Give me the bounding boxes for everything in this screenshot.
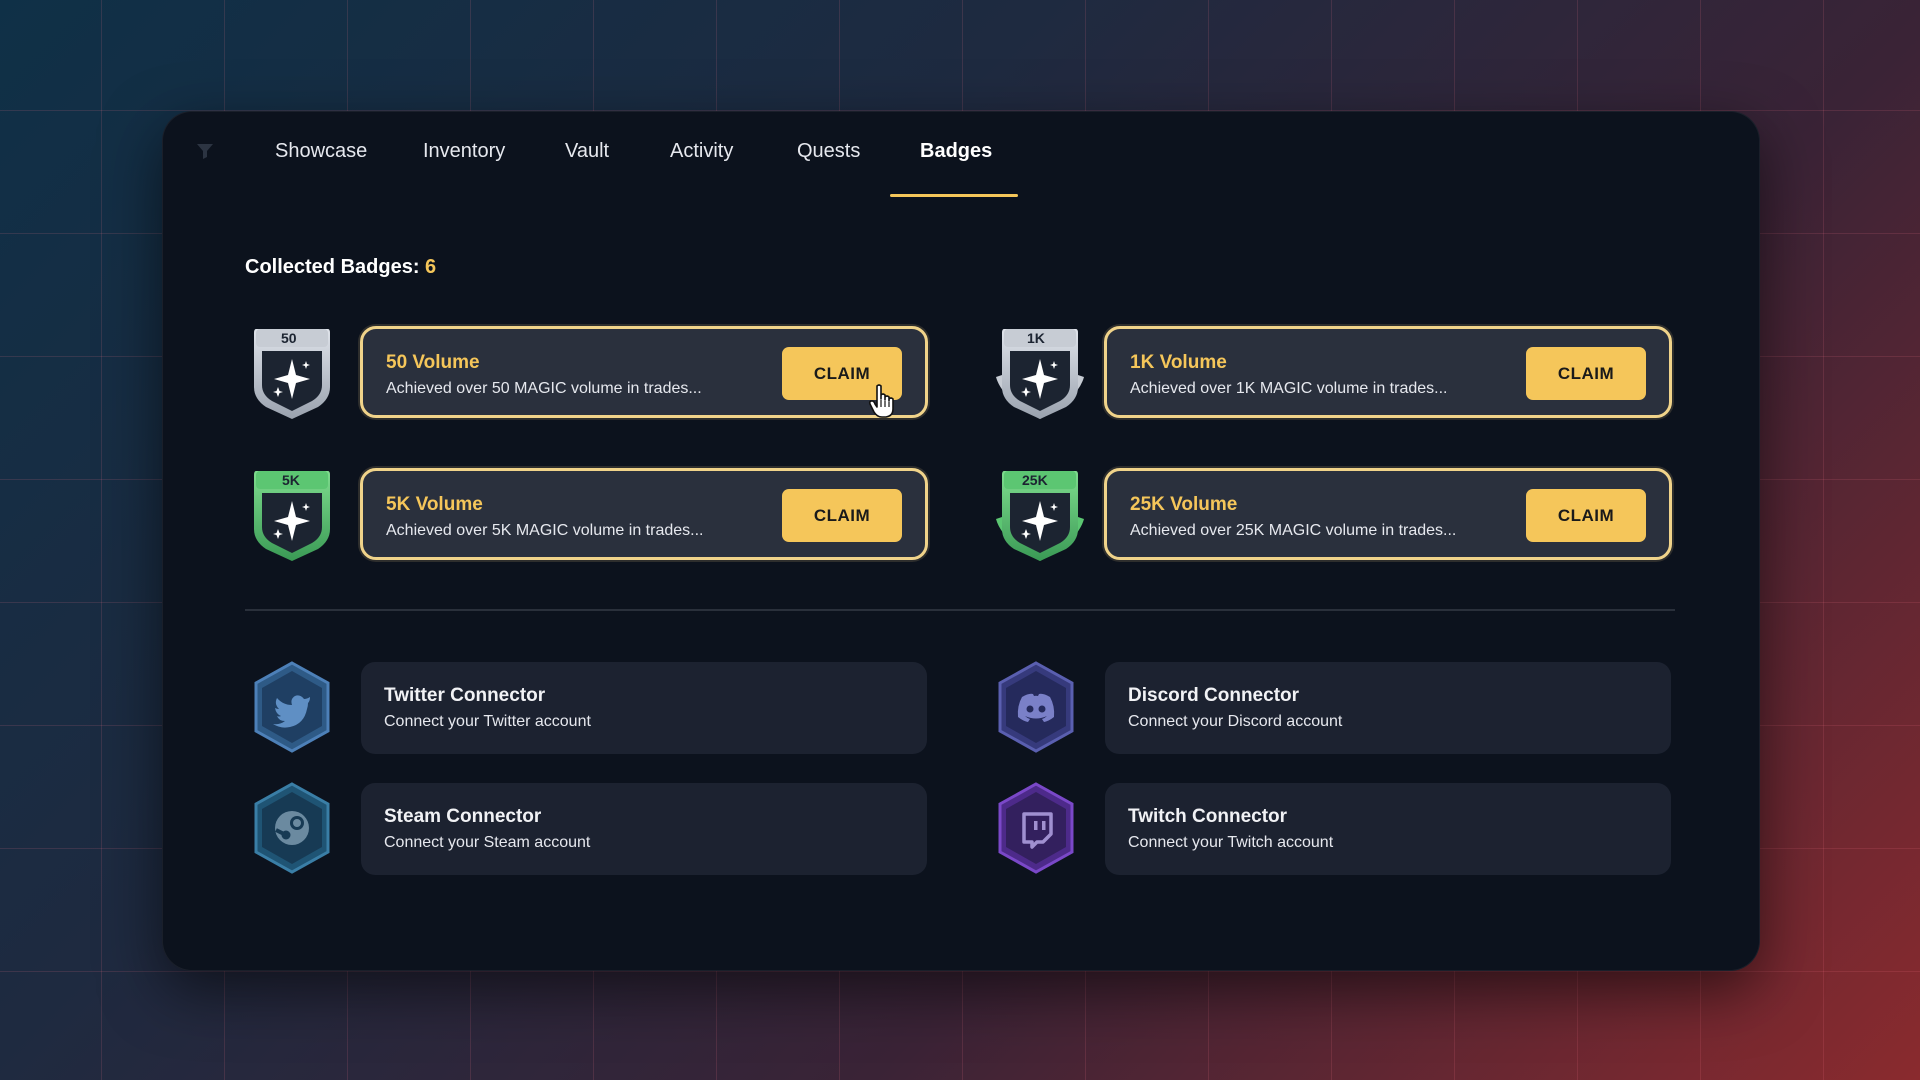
hand-cursor-icon	[868, 384, 894, 418]
twitch-icon	[998, 782, 1074, 874]
section-divider	[245, 609, 1675, 611]
badge-description: Achieved over 50 MAGIC volume in trades.…	[386, 380, 702, 397]
collected-badges-count: Collected Badges: 6	[245, 256, 436, 279]
twitter-connector-card[interactable]: Twitter Connector Connect your Twitter a…	[361, 662, 927, 754]
tab-vault[interactable]: Vault	[565, 140, 609, 163]
badge-description: Achieved over 1K MAGIC volume in trades.…	[1130, 380, 1448, 397]
connector-description: Connect your Discord account	[1128, 713, 1343, 730]
connector-title: Twitter Connector	[384, 685, 546, 706]
twitch-connector-card[interactable]: Twitch Connector Connect your Twitch acc…	[1105, 783, 1671, 875]
badge-title: 5K Volume	[386, 494, 483, 515]
badge-title: 25K Volume	[1130, 494, 1238, 515]
active-tab-indicator	[890, 194, 1018, 197]
badge-title: 50 Volume	[386, 352, 480, 373]
claim-button-25k[interactable]: CLAIM	[1526, 489, 1646, 542]
badge-1k-tier: 1K	[1027, 330, 1045, 346]
tab-showcase[interactable]: Showcase	[275, 140, 367, 163]
tab-bar: Showcase Inventory Vault Activity Quests…	[163, 112, 1759, 197]
tab-inventory[interactable]: Inventory	[423, 140, 505, 163]
connector-title: Twitch Connector	[1128, 806, 1288, 827]
badge-title: 1K Volume	[1130, 352, 1227, 373]
connector-description: Connect your Steam account	[384, 834, 591, 851]
connector-title: Discord Connector	[1128, 685, 1300, 706]
badge-card-50: 50 Volume Achieved over 50 MAGIC volume …	[360, 326, 928, 418]
tab-quests[interactable]: Quests	[797, 140, 860, 163]
discord-connector-card[interactable]: Discord Connector Connect your Discord a…	[1105, 662, 1671, 754]
connector-description: Connect your Twitch account	[1128, 834, 1334, 851]
badge-card-1k: 1K Volume Achieved over 1K MAGIC volume …	[1104, 326, 1672, 418]
collected-label: Collected Badges:	[245, 256, 420, 278]
filter-icon[interactable]	[196, 142, 214, 160]
badge-card-25k: 25K Volume Achieved over 25K MAGIC volum…	[1104, 468, 1672, 560]
badge-50-tier: 50	[281, 330, 297, 346]
badges-panel: Showcase Inventory Vault Activity Quests…	[162, 111, 1760, 971]
twitter-icon	[254, 661, 330, 753]
badge-description: Achieved over 25K MAGIC volume in trades…	[1130, 522, 1457, 539]
badge-card-5k: 5K Volume Achieved over 5K MAGIC volume …	[360, 468, 928, 560]
collected-count: 6	[425, 256, 437, 278]
claim-button-1k[interactable]: CLAIM	[1526, 347, 1646, 400]
tab-activity[interactable]: Activity	[670, 140, 733, 163]
steam-icon	[254, 782, 330, 874]
steam-connector-card[interactable]: Steam Connector Connect your Steam accou…	[361, 783, 927, 875]
connector-description: Connect your Twitter account	[384, 713, 591, 730]
badge-description: Achieved over 5K MAGIC volume in trades.…	[386, 522, 704, 539]
badge-5k-tier: 5K	[282, 472, 300, 488]
claim-button-5k[interactable]: CLAIM	[782, 489, 902, 542]
tab-badges[interactable]: Badges	[920, 140, 992, 163]
badge-25k-tier: 25K	[1022, 472, 1048, 488]
discord-icon	[998, 661, 1074, 753]
connector-title: Steam Connector	[384, 806, 542, 827]
